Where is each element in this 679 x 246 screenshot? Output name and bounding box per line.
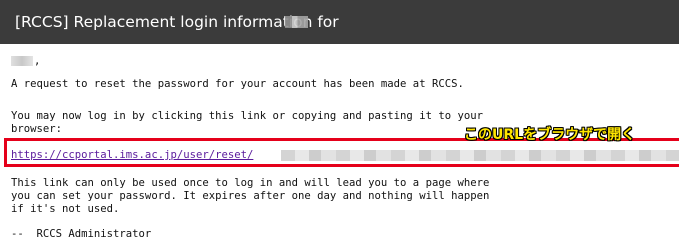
reset-request-text: A request to reset the password for your…	[11, 78, 464, 90]
redacted-username-title	[285, 16, 308, 28]
signature: -- RCCS Administrator	[11, 228, 152, 240]
redacted-recipient-name	[11, 56, 33, 66]
link-expiry-text: This link can only be used once to log i…	[11, 177, 490, 215]
reset-link[interactable]: https://ccportal.ims.ac.jp/user/reset/	[11, 149, 253, 162]
email-title-bar: [RCCS] Replacement login information for	[0, 0, 679, 44]
greeting-comma: ,	[34, 55, 41, 67]
redacted-reset-token	[281, 150, 679, 161]
open-in-browser-callout: このURLをブラウザで開く	[464, 127, 636, 143]
login-instructions-text: You may now log in by clicking this link…	[11, 110, 483, 135]
